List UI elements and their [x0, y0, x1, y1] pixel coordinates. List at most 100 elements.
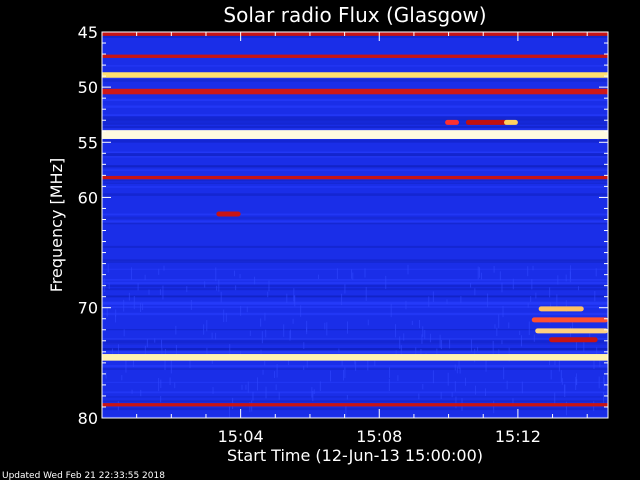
noise-streak	[163, 265, 165, 271]
persistent-band	[102, 354, 608, 361]
noise-streak	[338, 348, 340, 353]
noise-streak	[212, 387, 214, 394]
noise-streak	[174, 382, 176, 389]
noise-streak	[107, 263, 109, 273]
x-tick-label: 15:12	[495, 427, 541, 446]
noise-streak	[502, 305, 504, 318]
noise-streak	[190, 299, 192, 310]
noise-streak	[276, 364, 278, 378]
noise-streak	[506, 380, 508, 390]
noise-streak	[403, 333, 405, 341]
noise-streak	[455, 396, 457, 409]
noise-streak	[268, 280, 270, 292]
noise-streak	[324, 322, 326, 330]
noise-line	[102, 179, 608, 182]
noise-line	[102, 301, 608, 304]
noise-streak	[318, 274, 320, 280]
noise-streak	[593, 360, 595, 370]
noise-line	[102, 118, 608, 122]
noise-streak	[252, 391, 254, 401]
noise-streak	[367, 360, 369, 371]
noise-streak	[158, 268, 160, 275]
noise-line	[102, 114, 608, 117]
noise-streak	[105, 371, 107, 379]
noise-line	[102, 122, 608, 125]
noise-line	[102, 139, 608, 143]
noise-streak	[451, 392, 453, 398]
noise-streak	[245, 384, 247, 390]
noise-line	[102, 245, 608, 248]
noise-streak	[460, 296, 462, 303]
noise-streak	[428, 296, 430, 307]
noise-streak	[311, 387, 313, 398]
noise-streak	[265, 386, 267, 399]
noise-streak	[449, 339, 451, 349]
noise-line	[102, 193, 608, 196]
noise-streak	[399, 336, 401, 349]
y-tick-label: 60	[78, 188, 98, 207]
persistent-band	[102, 403, 608, 407]
noise-streak	[139, 302, 141, 313]
persistent-band	[102, 130, 608, 139]
noise-streak	[265, 329, 267, 338]
noise-streak	[470, 282, 472, 288]
noise-streak	[225, 313, 227, 322]
noise-streak	[364, 268, 366, 278]
noise-streak	[235, 285, 237, 291]
noise-streak	[499, 271, 501, 281]
noise-streak	[140, 389, 142, 397]
noise-line	[102, 306, 608, 308]
noise-streak	[477, 346, 479, 352]
noise-line	[102, 105, 608, 108]
noise-line	[102, 340, 608, 343]
noise-line	[102, 222, 608, 225]
noise-streak	[395, 324, 397, 338]
noise-streak	[352, 272, 354, 280]
noise-line	[102, 186, 608, 188]
noise-streak	[418, 393, 420, 400]
noise-streak	[459, 367, 461, 374]
noise-streak	[330, 370, 332, 382]
noise-streak	[137, 283, 139, 291]
noise-streak	[487, 293, 489, 308]
noise-streak	[326, 322, 328, 336]
noise-streak	[215, 267, 217, 282]
noise-streak	[313, 389, 315, 395]
noise-line	[102, 259, 608, 263]
noise-streak	[286, 293, 288, 304]
noise-streak	[240, 305, 242, 316]
y-tick-label: 80	[78, 409, 98, 428]
noise-streak	[189, 359, 191, 369]
noise-streak	[249, 330, 251, 336]
noise-streak	[278, 392, 280, 400]
noise-streak	[389, 367, 391, 378]
burst	[535, 328, 608, 334]
noise-streak	[477, 266, 479, 280]
burst	[445, 119, 459, 125]
noise-streak	[558, 358, 560, 372]
noise-streak	[274, 371, 276, 378]
noise-line	[102, 213, 608, 216]
noise-streak	[569, 271, 571, 283]
noise-streak	[456, 366, 458, 374]
noise-streak	[492, 340, 494, 355]
noise-streak	[440, 339, 442, 350]
noise-streak	[531, 278, 533, 290]
noise-streak	[341, 293, 343, 306]
noise-streak	[474, 385, 476, 395]
noise-streak	[397, 375, 399, 381]
noise-streak	[144, 274, 146, 281]
noise-line	[102, 125, 608, 129]
noise-streak	[211, 332, 213, 339]
noise-streak	[527, 266, 529, 277]
noise-streak	[556, 294, 558, 308]
noise-line	[102, 151, 608, 154]
noise-streak	[503, 367, 505, 380]
noise-streak	[454, 364, 456, 371]
noise-streak	[429, 333, 431, 343]
noise-streak	[458, 360, 460, 370]
noise-streak	[218, 279, 220, 292]
noise-line	[102, 350, 608, 354]
noise-streak	[535, 292, 537, 299]
noise-streak	[246, 306, 248, 313]
